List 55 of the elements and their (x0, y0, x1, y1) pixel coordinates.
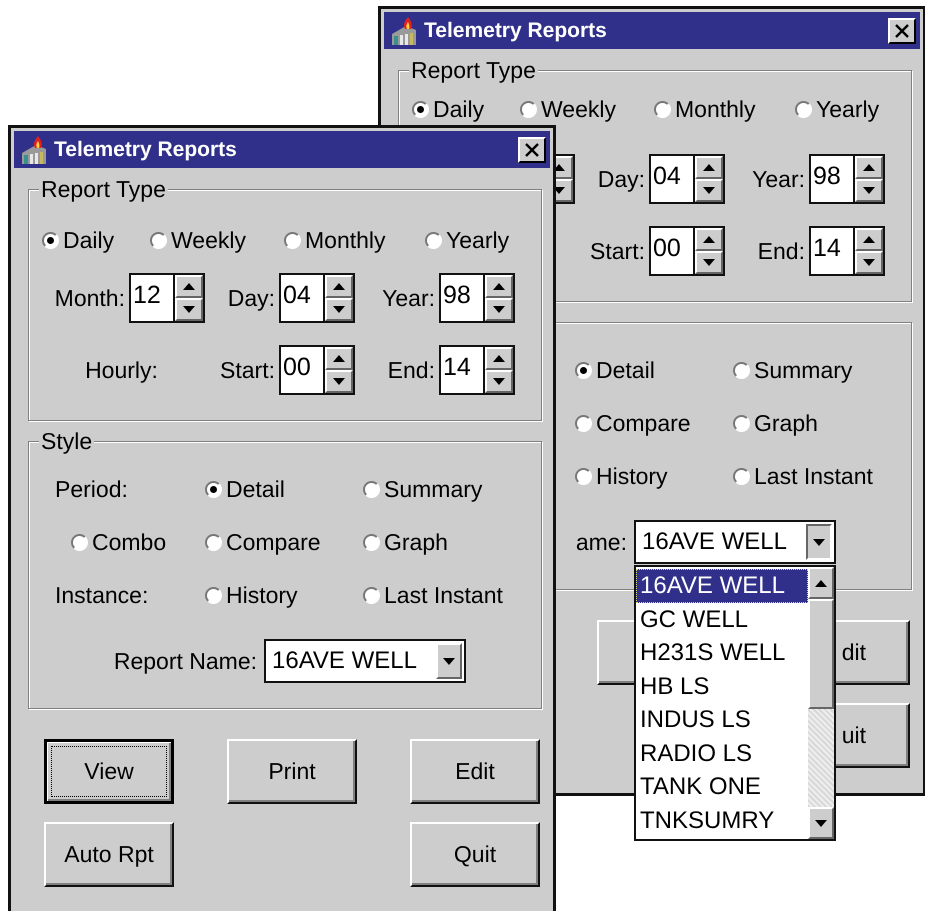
field-label: Day: (228, 284, 275, 312)
dropdown-button[interactable] (806, 524, 832, 560)
radio-button[interactable]: Monthly (654, 96, 756, 122)
radio-button[interactable]: Weekly (150, 226, 246, 254)
radio-button[interactable]: Summary (733, 356, 852, 384)
button[interactable]: Print (227, 739, 357, 804)
radio-button[interactable]: Detail (205, 476, 285, 502)
radio-button[interactable]: Last Instant (363, 582, 503, 608)
radio-button[interactable]: Summary (363, 476, 482, 502)
dropdown-field[interactable]: 16AVE WELL (264, 639, 466, 683)
field-label: Instance: (55, 582, 148, 608)
field-label: Start: (220, 356, 275, 384)
radio-button[interactable]: Monthly (284, 226, 386, 254)
radio-button[interactable]: Detail (575, 356, 655, 384)
field-label: Report Name: (114, 648, 257, 674)
list-item[interactable]: 16AVE WELL (636, 569, 808, 602)
spin-up-button[interactable] (808, 567, 834, 599)
radio-button[interactable]: Yearly (795, 96, 880, 122)
dropdown-field[interactable]: 16AVE WELL (634, 520, 836, 564)
close-button[interactable] (518, 136, 546, 162)
field-label: Year: (382, 284, 435, 312)
radio-button[interactable]: Compare (205, 528, 321, 556)
radio-button[interactable]: Graph (363, 528, 448, 556)
scrollbar-thumb[interactable] (808, 599, 834, 709)
radio-button[interactable]: History (205, 582, 298, 608)
field-label: Period: (55, 476, 128, 502)
radio-button[interactable]: Graph (733, 410, 818, 436)
button[interactable]: Auto Rpt (44, 822, 174, 887)
window-title: Telemetry Reports (424, 18, 608, 42)
field-label: End: (758, 238, 805, 264)
field-label: Hourly: (85, 356, 158, 384)
field-label: Month: (54, 284, 125, 312)
close-button[interactable] (888, 18, 916, 44)
window-title: Telemetry Reports (54, 138, 238, 162)
button[interactable]: View (44, 739, 174, 804)
radio-button[interactable]: Daily (42, 226, 114, 254)
field-label: End: (388, 356, 435, 384)
radio-button[interactable]: Compare (575, 410, 691, 436)
close-icon (895, 24, 909, 38)
radio-button[interactable]: Combo (71, 528, 166, 556)
radio-button[interactable]: Daily (412, 96, 484, 122)
list-item[interactable]: TNKSUMRY (636, 804, 808, 837)
button[interactable]: Quit (410, 822, 540, 887)
radio-button[interactable]: Yearly (425, 226, 510, 254)
list-item[interactable]: TANK ONE (636, 770, 808, 804)
radio-button[interactable]: History (575, 462, 668, 490)
field-label: Start: (590, 238, 645, 264)
spin-down-button[interactable] (808, 807, 834, 839)
close-icon (525, 142, 539, 156)
button[interactable]: Edit (410, 739, 540, 804)
field-label: Day: (598, 166, 645, 192)
field-label: ame: (576, 528, 627, 554)
radio-button[interactable]: Weekly (520, 96, 616, 122)
field-label: Year: (752, 166, 805, 192)
radio-button[interactable]: Last Instant (733, 462, 873, 490)
